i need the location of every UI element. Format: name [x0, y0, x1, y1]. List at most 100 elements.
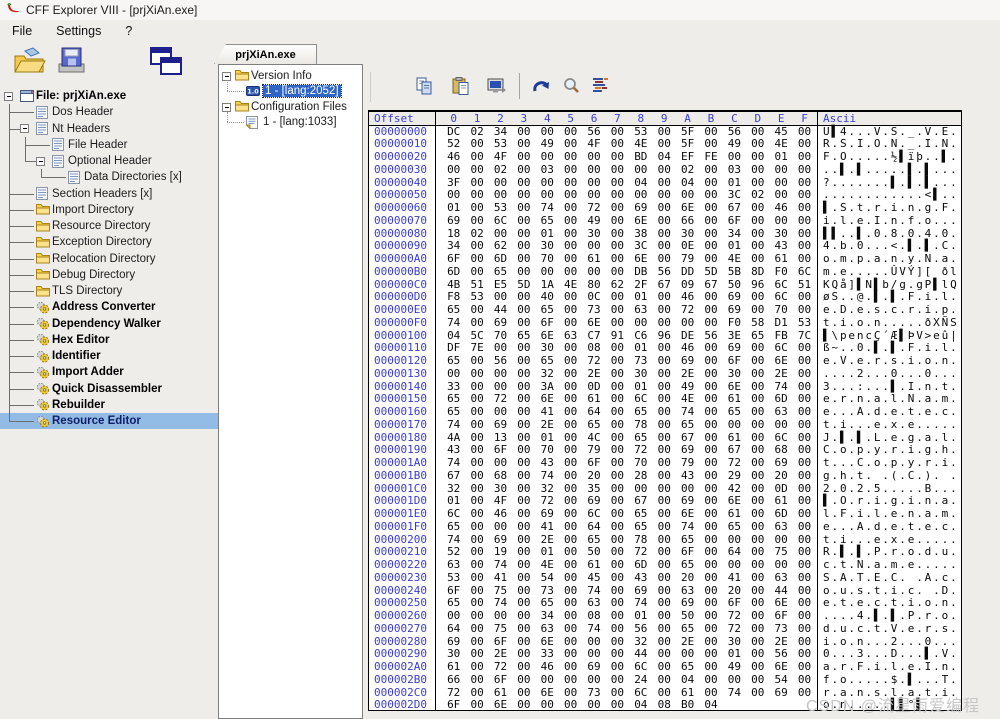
byte-cell[interactable]: 65 [676, 559, 699, 572]
byte-cell[interactable]: 00 [793, 661, 816, 674]
byte-cell[interactable]: 20 [582, 470, 605, 483]
byte-cell[interactable]: 6E [629, 253, 652, 266]
byte-cell[interactable]: DD [676, 266, 699, 279]
save-file-button[interactable] [56, 46, 88, 76]
ascii-cell[interactable]: t.i...e.x.e..... [817, 419, 959, 432]
byte-cell[interactable]: 00 [793, 572, 816, 585]
byte-cell[interactable]: 65 [442, 521, 465, 534]
tree-item-file-prjxian-exe[interactable]: File: prjXiAn.exe [0, 88, 218, 104]
byte-cell[interactable]: 00 [465, 317, 488, 330]
byte-cell[interactable]: 00 [606, 368, 629, 381]
byte-cell[interactable]: 00 [793, 623, 816, 636]
ascii-cell[interactable]: m.e.....ÛVÝ][ ðl [817, 266, 959, 279]
byte-cell[interactable]: 2E [769, 368, 792, 381]
byte-cell[interactable]: 78 [629, 419, 652, 432]
byte-cell[interactable]: 69 [489, 419, 512, 432]
byte-cell[interactable]: 63 [769, 572, 792, 585]
byte-cell[interactable]: 00 [769, 559, 792, 572]
byte-cell[interactable]: 00 [606, 508, 629, 521]
byte-cell[interactable]: 41 [536, 521, 559, 534]
byte-cell[interactable]: 00 [653, 355, 676, 368]
byte-cell[interactable]: 00 [536, 674, 559, 687]
byte-cell[interactable]: 01 [442, 202, 465, 215]
byte-cell[interactable]: 6D [442, 266, 465, 279]
byte-cell[interactable]: 63 [769, 406, 792, 419]
byte-cell[interactable]: 00 [465, 419, 488, 432]
byte-cell[interactable]: FE [699, 151, 722, 164]
byte-cell[interactable]: 65 [723, 521, 746, 534]
byte-cell[interactable]: 00 [559, 661, 582, 674]
byte-cell[interactable]: 00 [653, 508, 676, 521]
byte-cell[interactable]: 00 [465, 623, 488, 636]
open-file-button[interactable] [12, 46, 46, 76]
byte-cell[interactable]: 00 [489, 406, 512, 419]
byte-cell[interactable]: 00 [699, 368, 722, 381]
byte-cell[interactable]: 72 [723, 610, 746, 623]
byte-cell[interactable]: 6F [723, 355, 746, 368]
byte-cell[interactable]: 00 [793, 470, 816, 483]
byte-cell[interactable]: 00 [699, 215, 722, 228]
tree-item-data-directories-x[interactable]: Data Directories [x] [0, 169, 218, 185]
byte-cell[interactable]: 28 [629, 470, 652, 483]
byte-cell[interactable]: 00 [793, 253, 816, 266]
byte-cell[interactable]: 74 [489, 559, 512, 572]
tree-item-file-header[interactable]: File Header [0, 137, 218, 153]
byte-cell[interactable]: 6F [769, 610, 792, 623]
ascii-cell[interactable]: t.i.o.n.....ðXÑS [817, 317, 959, 330]
byte-cell[interactable]: 73 [769, 623, 792, 636]
byte-cell[interactable]: 6F [442, 699, 465, 712]
byte-cell[interactable]: 46 [536, 661, 559, 674]
byte-cell[interactable]: 00 [746, 368, 769, 381]
byte-cell[interactable]: 00 [512, 419, 535, 432]
menu-settings[interactable]: Settings [52, 22, 105, 40]
byte-cell[interactable]: 02 [676, 164, 699, 177]
byte-cell[interactable]: 67 [442, 470, 465, 483]
byte-cell[interactable]: 00 [442, 368, 465, 381]
byte-cell[interactable]: 00 [512, 508, 535, 521]
byte-cell[interactable]: 00 [489, 521, 512, 534]
byte-cell[interactable]: 61 [582, 253, 605, 266]
byte-cell[interactable]: 73 [629, 355, 652, 368]
byte-cell[interactable]: 6D [769, 508, 792, 521]
byte-cell[interactable]: 00 [653, 559, 676, 572]
byte-cell[interactable]: 00 [606, 419, 629, 432]
byte-cell[interactable]: 00 [746, 572, 769, 585]
byte-cell[interactable]: 6E [769, 355, 792, 368]
byte-cell[interactable]: 00 [559, 419, 582, 432]
byte-cell[interactable]: 46 [442, 151, 465, 164]
byte-cell[interactable]: 00 [699, 623, 722, 636]
expand-collapse-toggle[interactable] [36, 157, 45, 166]
byte-cell[interactable]: 72 [582, 355, 605, 368]
byte-cell[interactable]: 00 [746, 215, 769, 228]
byte-cell[interactable]: 00 [465, 699, 488, 712]
byte-cell[interactable]: 00 [769, 164, 792, 177]
byte-cell[interactable]: 00 [512, 623, 535, 636]
byte-cell[interactable]: 00 [653, 317, 676, 330]
byte-cell[interactable]: 00 [653, 457, 676, 470]
resource-item-configuration-files[interactable]: Configuration Files [219, 99, 362, 115]
byte-cell[interactable]: 79 [676, 457, 699, 470]
byte-cell[interactable]: 00 [793, 610, 816, 623]
byte-cell[interactable]: 65 [536, 355, 559, 368]
byte-cell[interactable]: 65 [442, 355, 465, 368]
byte-cell[interactable]: 00 [512, 661, 535, 674]
byte-cell[interactable]: 00 [489, 610, 512, 623]
byte-cell[interactable]: 00 [746, 661, 769, 674]
jump-to-offset-button[interactable] [531, 77, 551, 95]
ascii-cell[interactable]: a.r.F.i.l.e.I.n. [817, 661, 959, 674]
byte-cell[interactable]: 79 [676, 253, 699, 266]
byte-cell[interactable]: 61 [769, 253, 792, 266]
byte-cell[interactable]: 00 [559, 355, 582, 368]
byte-cell[interactable]: 63 [536, 623, 559, 636]
byte-cell[interactable]: 00 [629, 317, 652, 330]
byte-cell[interactable]: 00 [559, 470, 582, 483]
resource-item-version-info[interactable]: Version Info [219, 68, 362, 84]
tree-item-tls-directory[interactable]: TLS Directory [0, 283, 218, 299]
byte-cell[interactable]: 74 [676, 406, 699, 419]
tree-item-resource-directory[interactable]: Resource Directory [0, 218, 218, 234]
tree-item-debug-directory[interactable]: Debug Directory [0, 267, 218, 283]
byte-cell[interactable]: 00 [512, 470, 535, 483]
byte-cell[interactable]: 00 [653, 521, 676, 534]
byte-cell[interactable]: 65 [676, 661, 699, 674]
byte-cell[interactable]: 08 [582, 610, 605, 623]
